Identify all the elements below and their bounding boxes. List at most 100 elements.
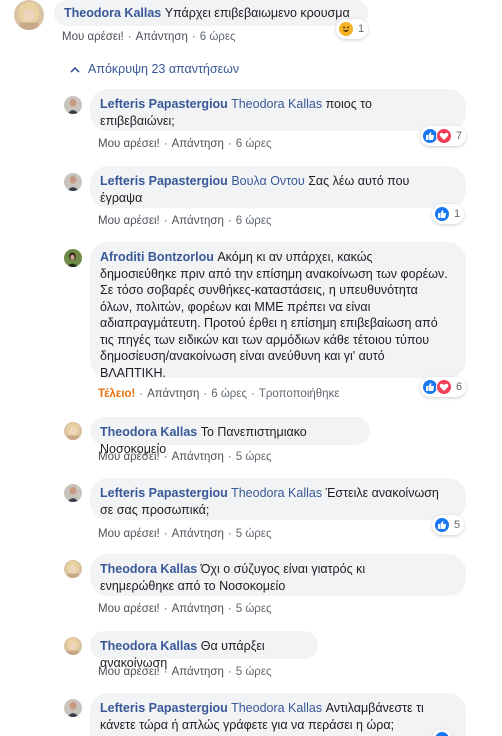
comment-text-line: όλων, πολιτών, φορέων και ΜΜΕ πρέπει να … [100, 299, 371, 314]
avatar[interactable] [64, 96, 82, 114]
comment-actions: Μου αρέσει! · Απάντηση · 6 ώρες [98, 138, 272, 150]
comment-bubble: Theodora Kallas Όχι ο σύζυγος είναι γιατ… [90, 554, 466, 596]
reply-link[interactable]: Απάντηση [172, 451, 224, 463]
timestamp[interactable]: 6 ώρες [236, 138, 272, 150]
comment-text: Υπάρχει επιβεβαιωμενο κρουσμα [164, 6, 350, 20]
comment-author[interactable]: Lefteris Papastergiou [100, 486, 228, 500]
avatar[interactable] [64, 173, 82, 191]
avatar[interactable] [64, 637, 82, 655]
avatar[interactable] [64, 560, 82, 578]
comment-text-cont: επιβεβαιώνει; [100, 113, 175, 128]
timestamp[interactable]: 5 ώρες [236, 603, 272, 615]
timestamp[interactable]: 5 ώρες [236, 528, 272, 540]
comment-actions: Μου αρέσει! · Απάντηση · 5 ώρες [98, 528, 272, 540]
comment-text-line: αδιαπραγμάτευτη. Προτού έρθει η επίσημη … [100, 316, 438, 330]
comment-actions: Μου αρέσει! · Απάντηση · 6 ώρες [98, 215, 272, 227]
comment-text-cont: έγραψα [100, 190, 143, 205]
comment-bubble: Lefteris Papastergiou Βουλα Οντου Σας λέ… [90, 166, 466, 208]
reply-link[interactable]: Απάντηση [172, 215, 224, 227]
avatar[interactable] [64, 484, 82, 502]
mention[interactable]: Theodora Kallas [231, 701, 322, 715]
like-icon [434, 731, 450, 736]
comment-actions: Τέλειο! · Απάντηση · 6 ώρες · Τροποποιήθηκε [98, 388, 340, 400]
comment-actions: Μου αρέσει! · Απάντηση · 5 ώρες [98, 603, 272, 615]
mention[interactable]: Βουλα Οντου [231, 174, 304, 188]
timestamp[interactable]: 5 ώρες [236, 451, 272, 463]
edited-label[interactable]: Τροποποιήθηκε [259, 388, 340, 400]
chevron-up-icon [70, 62, 80, 76]
comment-actions: Μου αρέσει! · Απάντηση · 5 ώρες [98, 451, 272, 463]
comment-text: Έστειλε ανακοίνωση [322, 486, 439, 500]
avatar[interactable] [14, 0, 44, 30]
avatar[interactable] [64, 249, 82, 267]
love-icon [436, 128, 452, 144]
like-icon [434, 206, 450, 222]
comment-text-cont: σε σας προσωπικά; [100, 502, 210, 517]
comment-author[interactable]: Theodora Kallas [100, 562, 197, 576]
hide-replies-label: Απόκρυψη 23 απαντήσεων [88, 62, 240, 76]
reaction-summary[interactable]: 5 [432, 515, 465, 535]
comment-text-cont: ενημερώθηκε από το Νοσοκομείο [100, 578, 286, 593]
love-reaction-link[interactable]: Τέλειο! [98, 388, 135, 400]
comment-actions: Μου αρέσει! · Απάντηση · 6 ώρες [62, 31, 236, 43]
reaction-summary[interactable]: 6 [420, 377, 467, 397]
like-link[interactable]: Μου αρέσει! [98, 451, 160, 463]
comment-text: Σας λέω αυτό που [304, 174, 410, 188]
reaction-summary[interactable]: 7 [420, 126, 467, 146]
comment-bubble: Theodora Kallas Υπάρχει επιβεβαιωμενο κρ… [54, 0, 368, 26]
comment-text-line: ΒΛΑΠΤΙΚΗ. [100, 365, 166, 380]
comment-author[interactable]: Theodora Kallas [64, 6, 161, 20]
reaction-count: 1 [358, 23, 365, 35]
comment-author[interactable]: Lefteris Papastergiou [100, 174, 228, 188]
reaction-count: 7 [456, 130, 463, 142]
comment-bubble: Lefteris Papastergiou Theodora Kallas Έσ… [90, 478, 466, 520]
reaction-summary[interactable]: 1 [336, 19, 369, 39]
like-link[interactable]: Μου αρέσει! [98, 603, 160, 615]
comment-text: Ακόμη κι αν υπάρχει, κακώς [213, 250, 373, 264]
comment-bubble: Lefteris Papastergiou Theodora Kallas Αν… [90, 693, 466, 736]
comment-text-line: τις πηγές των ειδικών και των αρμόδιων κ… [100, 332, 430, 347]
reply-link[interactable]: Απάντηση [172, 528, 224, 540]
reply-link[interactable]: Απάντηση [147, 388, 199, 400]
reaction-count: 5 [454, 519, 461, 531]
comment-text-cont: κάνετε τώρα ή απλώς γράφετε για να περάσ… [100, 717, 395, 732]
reply-link[interactable]: Απάντηση [172, 666, 224, 678]
like-icon [434, 517, 450, 533]
comment-bubble: Afroditi Bontzorlou Ακόμη κι αν υπάρχει,… [90, 242, 466, 380]
reply-link[interactable]: Απάντηση [172, 603, 224, 615]
comment-bubble: Theodora Kallas Θα υπάρξει ανακοίνωση [90, 631, 318, 670]
reply-link[interactable]: Απάντηση [136, 31, 188, 43]
timestamp[interactable]: 5 ώρες [236, 666, 272, 678]
comment-bubble: Lefteris Papastergiou Theodora Kallas πο… [90, 89, 466, 131]
comment-bubble: Theodora Kallas Το Πανεπιστημιακο Νοσοκο… [90, 417, 370, 456]
haha-icon [338, 21, 354, 37]
avatar[interactable] [64, 699, 82, 717]
love-icon [436, 379, 452, 395]
hide-replies-toggle[interactable]: Απόκρυψη 23 απαντήσεων [70, 62, 239, 76]
like-link[interactable]: Μου αρέσει! [98, 528, 160, 540]
comment-actions: Μου αρέσει! · Απάντηση · 5 ώρες [98, 666, 272, 678]
comment-text: Αντιλαμβάνεστε τι [322, 701, 424, 715]
like-link[interactable]: Μου αρέσει! [62, 31, 124, 43]
comment-author[interactable]: Theodora Kallas [100, 425, 197, 439]
comment-text-line: δημοσιεύθηκε πριν από την επίσημη ανακοί… [100, 266, 448, 281]
like-link[interactable]: Μου αρέσει! [98, 215, 160, 227]
mention[interactable]: Theodora Kallas [231, 486, 322, 500]
timestamp[interactable]: 6 ώρες [200, 31, 236, 43]
avatar[interactable] [64, 422, 82, 440]
comment-text-line: Σε τόσο σοβαρές συνθήκες-καταστάσεις, η … [100, 283, 418, 297]
like-link[interactable]: Μου αρέσει! [98, 666, 160, 678]
reply-link[interactable]: Απάντηση [172, 138, 224, 150]
reaction-count: 6 [456, 381, 463, 393]
comment-text: ποιος το [322, 97, 372, 111]
mention[interactable]: Theodora Kallas [231, 97, 322, 111]
comment-text-line: δημοσίευση/ανακοίνωση είναι ανεύθυνη και… [100, 349, 385, 363]
timestamp[interactable]: 6 ώρες [236, 215, 272, 227]
reaction-summary[interactable]: 1 [432, 204, 465, 224]
comment-author[interactable]: Lefteris Papastergiou [100, 97, 228, 111]
like-link[interactable]: Μου αρέσει! [98, 138, 160, 150]
comment-author[interactable]: Afroditi Bontzorlou [100, 250, 214, 264]
comment-author[interactable]: Lefteris Papastergiou [100, 701, 228, 715]
comment-author[interactable]: Theodora Kallas [100, 639, 197, 653]
timestamp[interactable]: 6 ώρες [211, 388, 247, 400]
